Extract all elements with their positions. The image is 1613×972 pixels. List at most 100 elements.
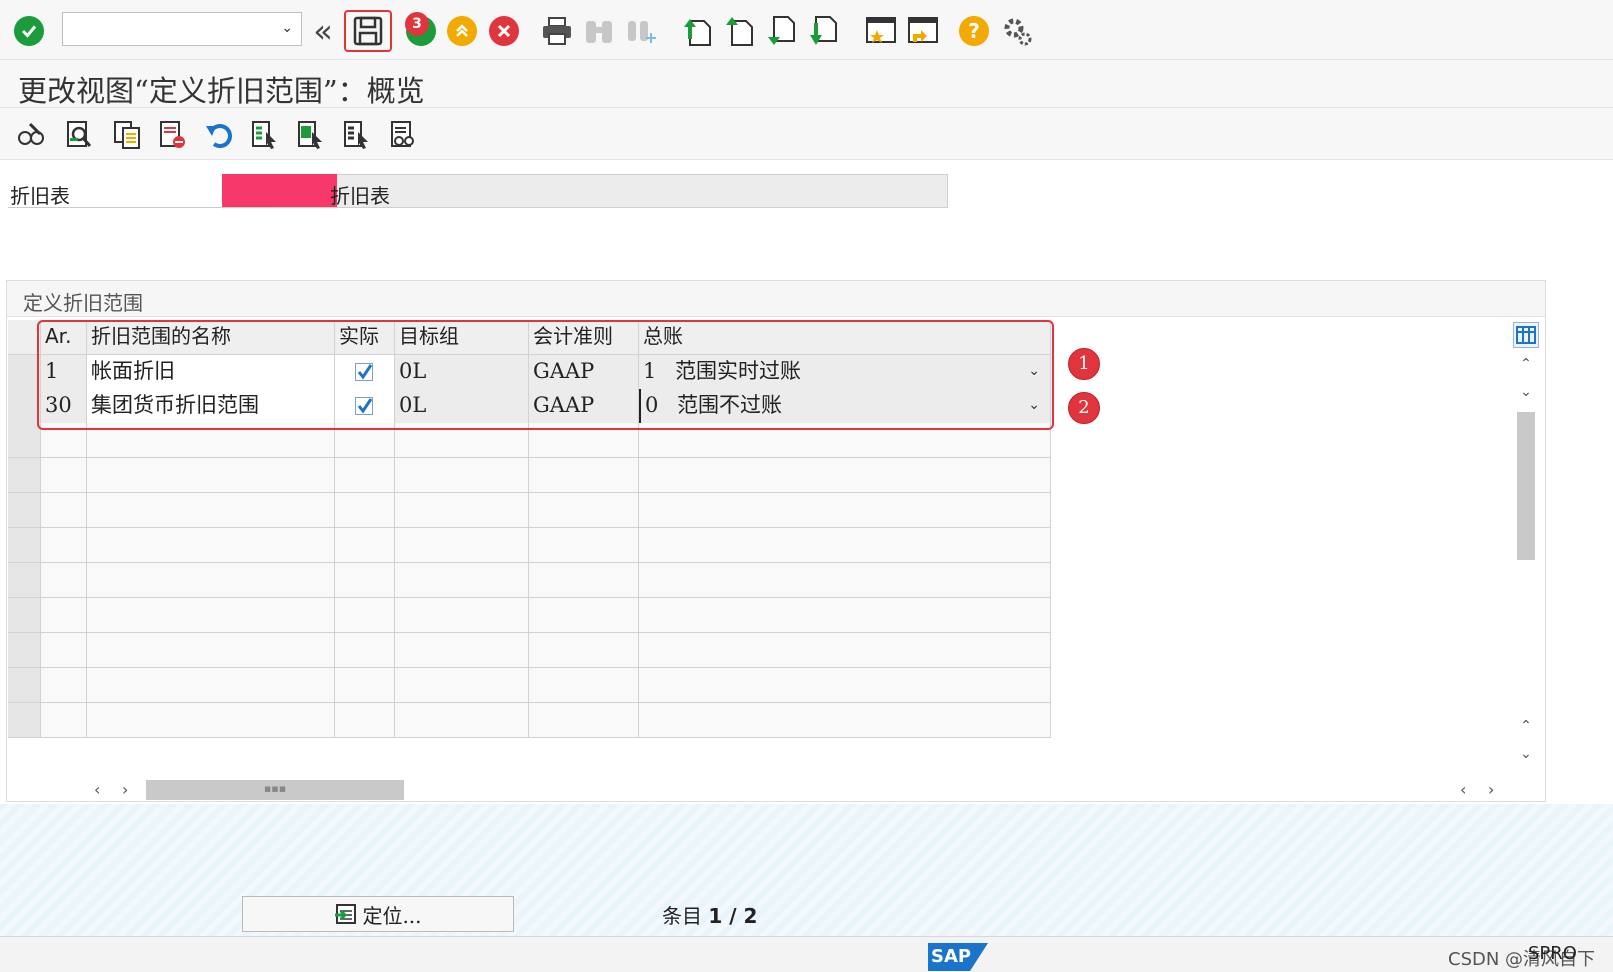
column-header-area[interactable]: Ar. bbox=[41, 320, 87, 355]
redaction-block bbox=[222, 174, 337, 207]
select-block-button[interactable] bbox=[294, 118, 328, 152]
first-page-button[interactable] bbox=[678, 12, 716, 50]
save-button[interactable] bbox=[349, 12, 387, 50]
print-field-list-button[interactable] bbox=[386, 118, 420, 152]
scroll-thumb[interactable]: ▪▪▪ bbox=[146, 780, 404, 800]
empty-cell bbox=[395, 423, 529, 458]
chevron-down-icon[interactable]: ⌄ bbox=[1517, 384, 1535, 402]
empty-cell bbox=[529, 633, 639, 668]
binoculars-plus-icon bbox=[628, 21, 656, 43]
new-window-star-icon bbox=[866, 17, 896, 43]
empty-cell bbox=[41, 458, 87, 493]
chevron-down-icon[interactable]: ⌄ bbox=[1028, 355, 1040, 388]
empty-cell bbox=[639, 703, 1051, 738]
accounting-principle-cell: GAAP bbox=[529, 355, 639, 390]
help-button[interactable]: ? bbox=[955, 12, 993, 50]
select-all-button[interactable] bbox=[248, 118, 282, 152]
chevron-left-icon[interactable]: ‹ bbox=[1460, 780, 1480, 800]
select-all-cell[interactable] bbox=[8, 320, 41, 355]
gl-text: 范围实时过账 bbox=[675, 359, 802, 383]
scroll-thumb[interactable] bbox=[1517, 412, 1535, 560]
row-selector[interactable] bbox=[8, 458, 41, 493]
empty-cell bbox=[395, 563, 529, 598]
empty-cell bbox=[41, 423, 87, 458]
find-next-button[interactable] bbox=[622, 12, 660, 50]
chevron-down-icon[interactable]: ⌄ bbox=[1028, 389, 1040, 422]
empty-row bbox=[8, 528, 1051, 563]
empty-row bbox=[8, 598, 1051, 633]
previous-page-button[interactable] bbox=[720, 12, 758, 50]
table-caption-bar: 定义折旧范围 bbox=[7, 281, 1545, 317]
column-header-name[interactable]: 折旧范围的名称 bbox=[87, 320, 335, 355]
column-header-gl[interactable]: 总账 bbox=[639, 320, 1051, 355]
back-button[interactable]: 3 bbox=[402, 12, 440, 50]
document-glasses-icon bbox=[391, 121, 414, 147]
real-checkbox[interactable] bbox=[355, 397, 373, 415]
delete-button[interactable] bbox=[156, 118, 190, 152]
create-shortcut-button[interactable] bbox=[904, 12, 942, 50]
print-button[interactable] bbox=[538, 12, 576, 50]
real-cell[interactable] bbox=[335, 355, 395, 390]
row-selector[interactable] bbox=[8, 355, 41, 390]
empty-cell bbox=[639, 598, 1051, 633]
find-button[interactable] bbox=[580, 12, 618, 50]
cancel-button[interactable] bbox=[485, 12, 523, 50]
application-toolbar bbox=[0, 108, 1613, 160]
real-checkbox[interactable] bbox=[355, 363, 373, 381]
chevron-right-icon[interactable]: › bbox=[1488, 780, 1508, 800]
copy-as-button[interactable] bbox=[110, 118, 144, 152]
chevron-down-icon[interactable]: ⌄ bbox=[1517, 746, 1535, 764]
row-selector[interactable] bbox=[8, 633, 41, 668]
collapse-button[interactable]: « bbox=[304, 12, 342, 50]
row-selector[interactable] bbox=[8, 703, 41, 738]
display-change-button[interactable] bbox=[14, 118, 48, 152]
real-cell[interactable] bbox=[335, 389, 395, 424]
empty-cell bbox=[335, 703, 395, 738]
accounting-principle-cell: GAAP bbox=[529, 389, 639, 424]
undo-button[interactable] bbox=[202, 118, 236, 152]
chevron-up-icon[interactable]: ⌃ bbox=[1517, 356, 1535, 374]
position-button[interactable]: 定位... bbox=[242, 896, 514, 932]
table-header-row: Ar. 折旧范围的名称 实际 目标组 会计准则 总账 bbox=[8, 320, 1051, 355]
chevron-down-icon[interactable]: ⌄ bbox=[281, 20, 293, 36]
column-header-accounting-principle[interactable]: 会计准则 bbox=[529, 320, 639, 355]
row-selector[interactable] bbox=[8, 389, 41, 424]
empty-cell bbox=[87, 703, 335, 738]
column-header-real[interactable]: 实际 bbox=[335, 320, 395, 355]
row-selector[interactable] bbox=[8, 528, 41, 563]
target-group-cell: 0L bbox=[395, 355, 529, 390]
checkmark-icon bbox=[14, 16, 44, 46]
empty-row bbox=[8, 703, 1051, 738]
enter-button[interactable] bbox=[10, 12, 48, 50]
empty-cell bbox=[395, 668, 529, 703]
create-session-button[interactable] bbox=[862, 12, 900, 50]
customize-layout-button[interactable] bbox=[998, 12, 1036, 50]
double-chevron-left-icon: « bbox=[313, 12, 333, 50]
name-cell[interactable]: 帐面折旧 bbox=[87, 355, 335, 390]
last-page-button[interactable] bbox=[804, 12, 842, 50]
command-input[interactable] bbox=[63, 13, 273, 45]
name-cell[interactable]: 集团货币折旧范围 bbox=[87, 389, 335, 424]
row-selector[interactable] bbox=[8, 668, 41, 703]
horizontal-scrollbar[interactable]: ‹ › ▪▪▪ ‹ › bbox=[88, 780, 1518, 804]
chevron-right-icon[interactable]: › bbox=[122, 780, 142, 800]
exit-button[interactable] bbox=[443, 12, 481, 50]
command-field[interactable]: ⌄ bbox=[62, 12, 302, 46]
chevron-up-icon[interactable]: ⌃ bbox=[1517, 718, 1535, 736]
empty-cell bbox=[529, 598, 639, 633]
details-button[interactable] bbox=[62, 118, 96, 152]
column-header-target-group[interactable]: 目标组 bbox=[395, 320, 529, 355]
row-selector[interactable] bbox=[8, 598, 41, 633]
double-chevron-up-icon bbox=[447, 16, 477, 46]
next-page-button[interactable] bbox=[762, 12, 800, 50]
gl-dropdown[interactable]: 0 范围不过账 ⌄ bbox=[639, 389, 1051, 424]
gl-dropdown[interactable]: 1 范围实时过账 ⌄ bbox=[639, 355, 1051, 390]
empty-cell bbox=[335, 493, 395, 528]
chevron-left-icon[interactable]: ‹ bbox=[94, 780, 114, 800]
row-selector[interactable] bbox=[8, 493, 41, 528]
vertical-scrollbar[interactable]: ⌃ ⌄ ⌃ ⌄ bbox=[1513, 328, 1539, 768]
deselect-all-button[interactable] bbox=[340, 118, 374, 152]
row-selector[interactable] bbox=[8, 563, 41, 598]
row-selector[interactable] bbox=[8, 423, 41, 458]
transaction-code[interactable]: SPRO bbox=[1528, 943, 1577, 964]
